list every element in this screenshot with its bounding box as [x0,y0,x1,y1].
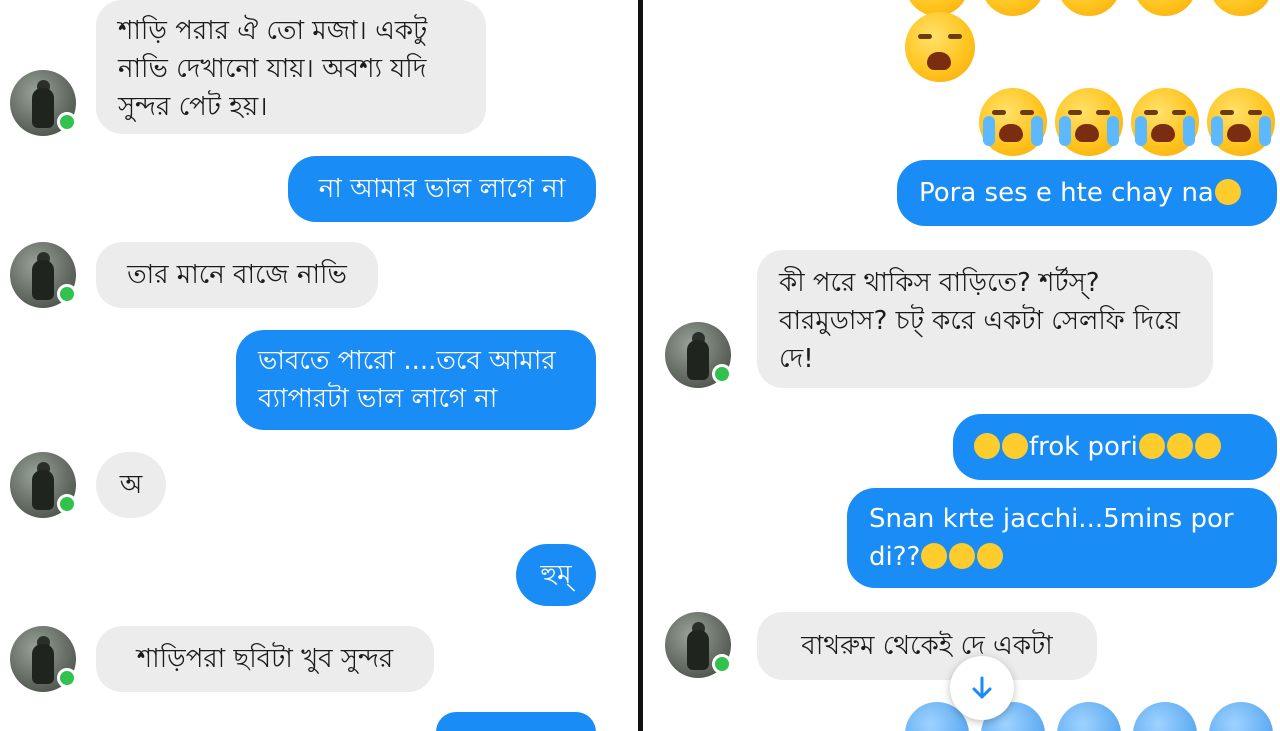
message-outgoing[interactable]: frok pori [953,414,1277,480]
grinning-face-emoji [1214,179,1241,205]
grinning-face-emoji [1166,433,1193,459]
message-text: না আমার ভাল লাগে না [318,174,566,204]
weary-face-emoji [981,0,1045,16]
weary-face-emoji [1133,0,1197,16]
message-incoming[interactable]: কী পরে থাকিস বাড়িতে? শর্টস্? বারমুডাস? … [757,250,1213,388]
contact-avatar[interactable] [10,626,77,692]
contact-avatar[interactable] [10,70,77,136]
message-text: অ [119,470,143,500]
loudly-crying-face-emoji [979,88,1047,156]
message-outgoing[interactable]: না আমার ভাল লাগে না [288,156,596,222]
loudly-crying-face-emoji [1055,88,1123,156]
online-status-dot [712,364,732,384]
grinning-face-emoji [1194,433,1221,459]
message-incoming[interactable]: শাড়িপরা ছবিটা খুব সুন্দর [96,626,434,692]
message-text: ভাবতে পারো ....তবে আমার ব্যাপারটা ভাল লা… [258,346,556,414]
scroll-to-bottom-button[interactable] [950,656,1014,720]
grinning-face-emoji [949,543,976,569]
message-incoming[interactable]: বাথরুম থেকেই দে একটা [757,612,1097,680]
message-text: তার মানে বাজে নাভি [127,260,347,290]
grinning-face-emoji [921,543,948,569]
message-text: বাথরুম থেকেই দে একটা [801,631,1053,661]
contact-avatar[interactable] [10,242,77,308]
contact-avatar[interactable] [665,612,732,678]
grinning-face-emoji [974,433,1000,459]
online-status-dot [712,654,732,674]
message-outgoing[interactable]: হুম্ [516,544,596,606]
cold-sweat-face-emoji [1057,702,1121,731]
message-text: শাড়ি পরার ঐ তো মজা। একটু নাভি দেখানো যা… [118,16,428,122]
message-incoming[interactable]: তার মানে বাজে নাভি [96,242,378,308]
message-text: কী পরে থাকিস বাড়িতে? শর্টস্? বারমুডাস? … [779,268,1180,374]
chat-panel-left: শাড়ি পরার ঐ তো মজা। একটু নাভি দেখানো যা… [0,0,638,731]
message-outgoing[interactable]: ভাবতে পারো ....তবে আমার ব্যাপারটা ভাল লা… [236,330,596,430]
online-status-dot [57,494,77,514]
message-text: frok pori [1029,432,1138,462]
weary-face-emoji [905,12,975,82]
message-incoming[interactable]: শাড়ি পরার ঐ তো মজা। একটু নাভি দেখানো যা… [96,0,486,134]
chat-panel-right: Pora ses e hte chay na কী পরে থাকিস বাড়… [643,0,1280,731]
contact-avatar[interactable] [10,452,77,518]
cold-sweat-face-emoji [1133,702,1197,731]
message-outgoing[interactable]: Snan krte jacchi...5mins por di?? [847,488,1277,588]
grinning-face-emoji [1138,433,1165,459]
weary-face-emoji [1209,0,1273,16]
message-text: হুম্ [540,560,572,590]
grinning-face-emoji [1002,433,1028,459]
loudly-crying-face-emoji [1207,88,1275,156]
message-outgoing-partial[interactable] [436,712,596,731]
contact-avatar[interactable] [665,322,732,388]
loudly-crying-face-emoji [1131,88,1199,156]
grinning-face-emoji [977,543,1004,569]
message-text: Pora ses e hte chay na [919,178,1214,208]
online-status-dot [57,112,77,132]
cold-sweat-face-emoji [1209,702,1273,731]
weary-face-emoji [1057,0,1121,16]
message-incoming[interactable]: অ [96,452,166,518]
message-text: শাড়িপরা ছবিটা খুব সুন্দর [136,644,394,674]
online-status-dot [57,668,77,688]
message-outgoing[interactable]: Pora ses e hte chay na [897,160,1277,226]
arrow-down-icon [972,676,992,699]
online-status-dot [57,284,77,304]
